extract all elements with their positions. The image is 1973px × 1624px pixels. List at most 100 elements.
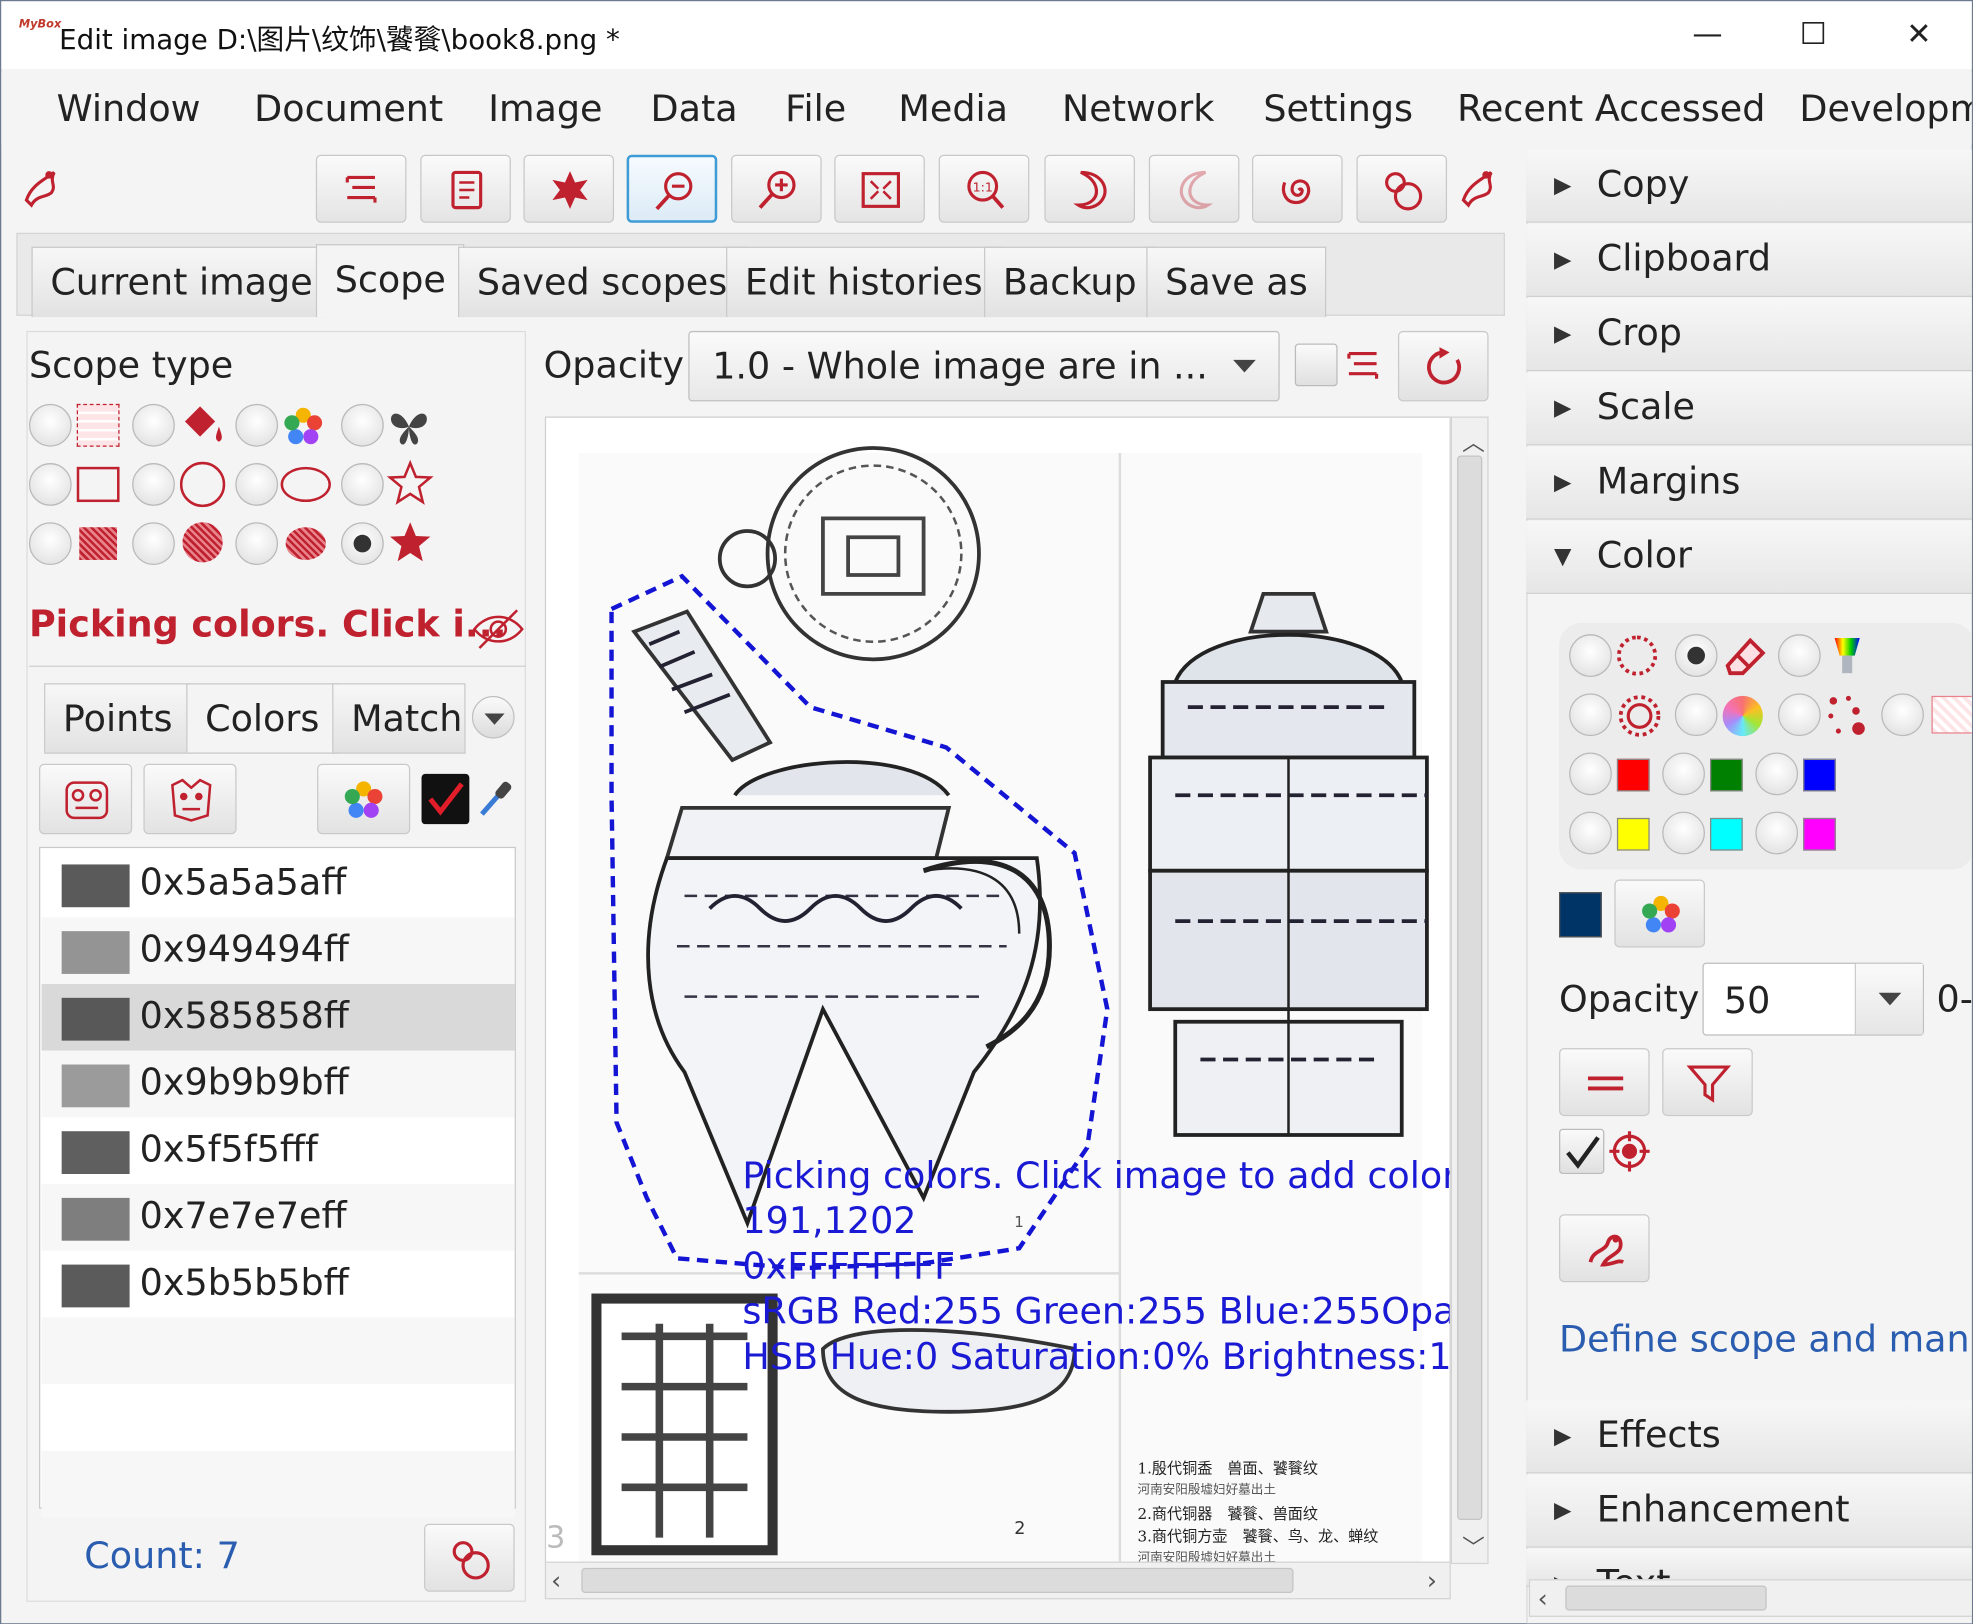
color-row[interactable]: 0x5a5a5aff [42, 851, 515, 918]
minimize-button[interactable]: — [1682, 14, 1732, 54]
scroll-left-icon[interactable]: ‹ [1538, 1583, 1548, 1613]
show-scope-checkbox[interactable] [1294, 343, 1338, 387]
subtab-overflow-button[interactable] [471, 695, 515, 739]
op-radio-selected[interactable] [1674, 634, 1718, 677]
subtab-points[interactable]: Points [44, 683, 192, 754]
section-margins[interactable]: ▶ Margins [1526, 446, 1972, 520]
eye-icon[interactable] [469, 605, 527, 658]
right-horizontal-scrollbar[interactable]: ‹ [1528, 1579, 1972, 1617]
refresh-button[interactable] [1397, 330, 1489, 402]
menu-development[interactable]: Developm [1799, 87, 1971, 130]
section-effects[interactable]: ▶ Effects [1526, 1400, 1972, 1474]
notes-button[interactable] [420, 154, 511, 223]
filter-button[interactable] [1662, 1048, 1753, 1117]
maximize-button[interactable]: ☐ [1788, 14, 1838, 54]
subtab-colors[interactable]: Colors [186, 683, 339, 754]
scope-rectangle-fill-radio[interactable] [28, 522, 72, 565]
color-row[interactable]: 0x5b5b5bff [42, 1251, 515, 1318]
leaf-button[interactable] [523, 154, 615, 223]
scroll-right-icon[interactable]: › [1427, 1565, 1437, 1595]
section-enhancement[interactable]: ▶ Enhancement [1526, 1474, 1972, 1548]
rotate-left-button[interactable] [1148, 154, 1240, 223]
op-radio[interactable] [1777, 693, 1821, 737]
color-row[interactable]: 0x7e7e7eff [41, 1184, 515, 1251]
opacity-input[interactable]: 50 [1702, 962, 1924, 1036]
section-crop[interactable]: ▶ Crop [1526, 298, 1972, 372]
color-radio-green[interactable] [1662, 752, 1705, 796]
spiral-button[interactable] [1252, 154, 1343, 223]
section-copy[interactable]: ▶ Copy [1526, 149, 1972, 223]
color-radio-yellow[interactable] [1569, 811, 1612, 855]
scroll-up-icon[interactable]: ︿ [1462, 425, 1485, 458]
scope-polygon-fill-radio[interactable] [340, 522, 384, 565]
tab-edit-histories[interactable]: Edit histories [726, 246, 1002, 318]
gourd-button[interactable] [1356, 154, 1448, 223]
menu-network[interactable]: Network [1062, 87, 1214, 130]
fit-screen-button[interactable] [834, 154, 925, 223]
checkbox-checked[interactable] [1559, 1128, 1605, 1174]
op-radio[interactable] [1569, 634, 1612, 677]
gourd-button[interactable] [424, 1523, 515, 1592]
scope-rectangle-radio[interactable] [28, 463, 72, 506]
color-row[interactable]: 0x5f5f5fff [42, 1117, 515, 1184]
scope-polygon-radio[interactable] [340, 463, 384, 506]
dragon-button[interactable] [1559, 1214, 1650, 1283]
scope-outline-radio[interactable] [340, 403, 384, 447]
scroll-down-icon[interactable]: ﹀ [1462, 1530, 1485, 1563]
eyedropper-icon[interactable] [477, 776, 515, 824]
opacity-dropdown-button[interactable] [1854, 963, 1923, 1035]
scope-ellipse-fill-radio[interactable] [235, 522, 279, 565]
tab-backup[interactable]: Backup [983, 246, 1156, 318]
tab-saved-scopes[interactable]: Saved scopes [458, 246, 747, 318]
scope-whole-radio[interactable] [28, 403, 72, 447]
color-radio-magenta[interactable] [1755, 811, 1799, 855]
menu-settings[interactable]: Settings [1263, 87, 1413, 130]
scope-colors-radio[interactable] [235, 403, 279, 447]
actual-size-button[interactable]: 1:1 [938, 154, 1030, 223]
palette-button[interactable] [317, 763, 411, 835]
menu-document[interactable]: Document [254, 87, 443, 130]
menu-media[interactable]: Media [898, 87, 1008, 130]
scrollbar-thumb[interactable] [1457, 455, 1483, 1521]
menu-recent-accessed[interactable]: Recent Accessed [1457, 87, 1765, 130]
equal-button[interactable] [1559, 1048, 1650, 1117]
zoom-in-button[interactable] [731, 154, 822, 223]
image-canvas[interactable]: 2 1 3 1.殷代铜盉 兽面、饕餮纹 河南安阳殷墟妇好墓出土 2.商代铜器 饕… [544, 416, 1451, 1565]
scope-matting-radio[interactable] [132, 403, 175, 447]
tab-save-as[interactable]: Save as [1146, 246, 1327, 318]
op-radio[interactable] [1674, 693, 1718, 737]
section-clipboard[interactable]: ▶ Clipboard [1526, 223, 1972, 297]
current-color-swatch[interactable] [1559, 892, 1602, 938]
opacity-select[interactable]: 1.0 - Whole image are in ... [688, 330, 1280, 402]
rotate-right-button[interactable] [1044, 154, 1135, 223]
color-radio-red[interactable] [1569, 752, 1612, 796]
align-button[interactable] [315, 154, 407, 223]
op-radio[interactable] [1777, 634, 1821, 677]
vertical-scrollbar[interactable]: ︿ ﹀ [1450, 416, 1489, 1565]
color-radio-blue[interactable] [1755, 752, 1799, 796]
phoenix-logo-icon[interactable] [19, 162, 69, 215]
menu-image[interactable]: Image [488, 87, 602, 130]
op-radio[interactable] [1569, 693, 1612, 737]
menu-window[interactable]: Window [57, 87, 201, 130]
horizontal-scrollbar[interactable]: ‹ › [544, 1561, 1451, 1600]
menu-data[interactable]: Data [651, 87, 738, 130]
color-row[interactable]: 0x949494ff [41, 917, 515, 984]
checkbox-checked[interactable] [421, 773, 470, 825]
color-row[interactable]: 0x9b9b9bff [41, 1050, 515, 1118]
op-radio[interactable] [1881, 693, 1924, 737]
section-scale[interactable]: ▶ Scale [1526, 372, 1972, 446]
color-list[interactable]: 0x5a5a5aff 0x949494ff 0x585858ff 0x9b9b9… [39, 846, 516, 1518]
scope-circle-fill-radio[interactable] [132, 522, 175, 565]
zoom-out-button[interactable] [626, 154, 718, 223]
scrollbar-thumb[interactable] [581, 1567, 1294, 1594]
face-button[interactable] [143, 763, 237, 835]
phoenix-icon[interactable] [1456, 162, 1506, 215]
scrollbar-thumb[interactable] [1565, 1585, 1767, 1611]
scope-ellipse-radio[interactable] [235, 463, 279, 506]
color-palette-button[interactable] [1614, 879, 1705, 948]
book-page-image[interactable] [546, 418, 1451, 1564]
scroll-left-icon[interactable]: ‹ [551, 1565, 561, 1595]
menu-file[interactable]: File [785, 87, 846, 130]
define-scope-link[interactable]: Define scope and manu [1559, 1317, 1972, 1360]
